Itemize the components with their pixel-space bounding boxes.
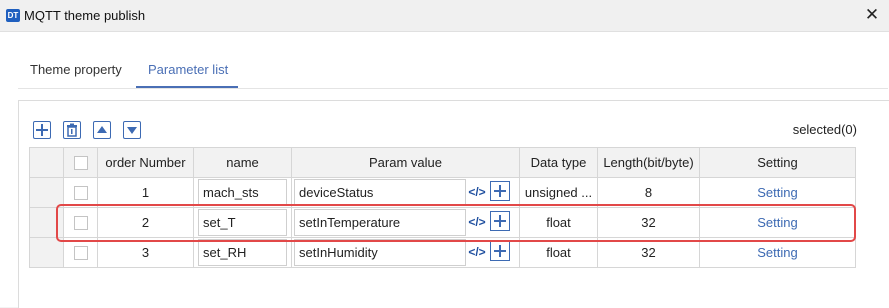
order-number: 1 [97,177,194,208]
header-data-type: Data type [519,147,598,178]
data-type-cell[interactable]: float [519,207,598,238]
move-up-icon [97,126,107,133]
row-checkbox-cell[interactable] [63,207,98,238]
header-name: name [193,147,292,178]
select-all-checkbox[interactable] [73,156,88,171]
row-blank [29,177,64,208]
param-value-input[interactable]: setInTemperature [294,209,466,236]
parameter-table: order Number name Param value Data type … [29,147,856,268]
selected-count: selected(0) [792,122,857,137]
add-param-button[interactable] [490,211,510,231]
setting-link[interactable]: Setting [699,177,856,208]
add-param-button[interactable] [490,181,510,201]
row-checkbox-cell[interactable] [63,177,98,208]
window-title: MQTT theme publish [24,8,146,23]
length-cell: 8 [597,177,700,208]
name-cell[interactable]: mach_sts [193,177,292,208]
delete-button[interactable] [63,121,81,139]
length-cell: 32 [597,237,700,268]
code-icon[interactable]: </> [468,213,486,231]
row-checkbox[interactable] [73,216,88,231]
name-cell[interactable]: set_RH [193,237,292,268]
row-checkbox[interactable] [73,186,88,201]
data-type-cell[interactable]: float [519,237,598,268]
table-row[interactable]: 3 set_RH setInHumidity </> float 32 Sett… [29,237,856,268]
plus-icon [494,185,506,197]
header-setting: Setting [699,147,856,178]
tab-theme-property[interactable]: Theme property [30,62,122,77]
setting-link[interactable]: Setting [699,207,856,238]
name-cell[interactable]: set_T [193,207,292,238]
plus-icon [494,215,506,227]
header-length: Length(bit/byte) [597,147,700,178]
param-value-cell: deviceStatus </> [291,177,520,208]
name-input[interactable]: set_RH [198,239,287,266]
code-icon[interactable]: </> [468,183,486,201]
close-button[interactable]: ✕ [861,4,883,26]
parameter-panel: selected(0) order Number name Param valu… [18,100,889,308]
tab-parameter-list[interactable]: Parameter list [148,62,228,77]
row-checkbox-cell[interactable] [63,237,98,268]
param-value-input[interactable]: setInHumidity [294,239,466,266]
setting-link-text[interactable]: Setting [757,245,797,260]
order-number: 3 [97,237,194,268]
order-number: 2 [97,207,194,238]
name-input[interactable]: set_T [198,209,287,236]
tab-bar: Theme property Parameter list [18,32,888,89]
add-button[interactable] [33,121,51,139]
row-checkbox[interactable] [73,246,88,261]
length-cell: 32 [597,207,700,238]
row-blank [29,237,64,268]
title-bar: DT MQTT theme publish ✕ [0,0,889,32]
name-input[interactable]: mach_sts [198,179,287,206]
plus-icon [494,245,506,257]
move-up-button[interactable] [93,121,111,139]
table-row[interactable]: 2 set_T setInTemperature </> float 32 Se… [29,207,856,238]
setting-link-text[interactable]: Setting [757,215,797,230]
param-value-cell: setInHumidity </> [291,237,520,268]
add-param-button[interactable] [490,241,510,261]
header-param-value: Param value [291,147,520,178]
param-value-cell: setInTemperature </> [291,207,520,238]
code-icon[interactable]: </> [468,243,486,261]
add-icon [36,124,48,136]
table-header-row: order Number name Param value Data type … [29,147,856,178]
row-blank [29,207,64,238]
header-blank [29,147,64,178]
setting-link-text[interactable]: Setting [757,185,797,200]
app-icon: DT [6,9,20,22]
delete-icon [67,123,77,137]
dialog-body: Theme property Parameter list selected(0… [0,32,889,308]
active-tab-indicator [136,86,238,88]
table-row[interactable]: 1 mach_sts deviceStatus </> unsigned ...… [29,177,856,208]
move-down-icon [127,127,137,134]
param-value-input[interactable]: deviceStatus [294,179,466,206]
move-down-button[interactable] [123,121,141,139]
data-type-cell[interactable]: unsigned ... [519,177,598,208]
setting-link[interactable]: Setting [699,237,856,268]
header-select-all[interactable] [63,147,98,178]
header-order-number: order Number [97,147,194,178]
